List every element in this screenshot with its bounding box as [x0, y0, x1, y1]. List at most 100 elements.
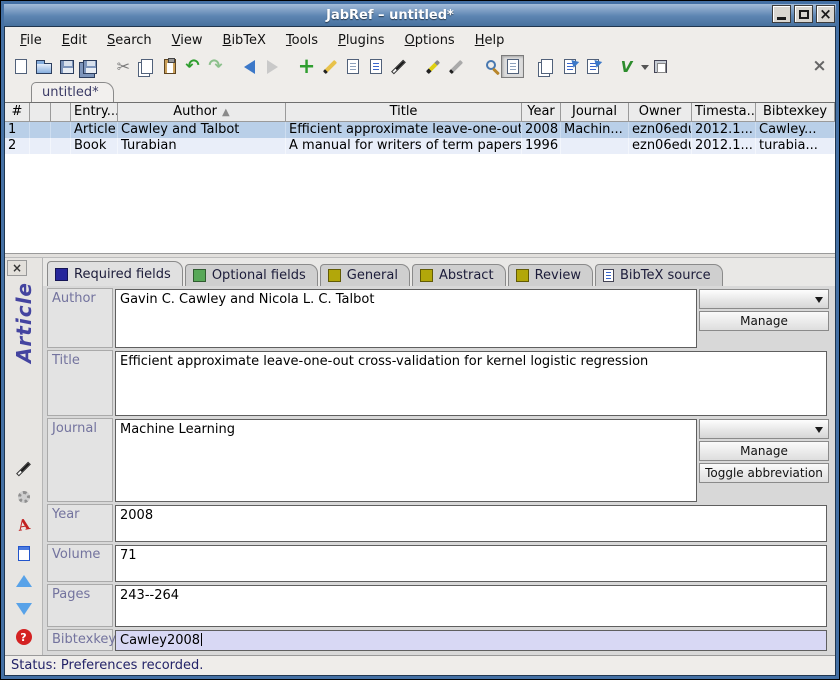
minimize-button[interactable]	[772, 5, 791, 23]
menu-options[interactable]: Options	[396, 30, 464, 51]
cell-title: A manual for writers of term papers...	[286, 138, 522, 154]
col-header-title[interactable]: Title	[286, 103, 522, 121]
author-manage-button[interactable]: Manage	[699, 311, 829, 331]
redo-button[interactable]: ↷	[204, 55, 227, 78]
journal-manage-button[interactable]: Manage	[699, 441, 829, 461]
menu-bibtex[interactable]: BibTeX	[214, 30, 275, 51]
cleanup-entries-button[interactable]	[387, 55, 410, 78]
col-header-journal[interactable]: Journal	[561, 103, 629, 121]
col-header-timestamp[interactable]: Timesta...	[692, 103, 756, 121]
close-entry-editor-button[interactable]: ×	[7, 260, 27, 276]
arrow-up-icon	[16, 575, 32, 587]
save-database-button[interactable]	[55, 55, 78, 78]
pages-field-row: Pages 243--264	[47, 584, 829, 627]
next-entry-button[interactable]	[12, 598, 36, 620]
col-header-year[interactable]: Year	[522, 103, 561, 121]
menu-tools[interactable]: Tools	[277, 30, 327, 51]
col-header-bibtexkey[interactable]: Bibtexkey	[756, 103, 835, 121]
toolbar: ✂ ↶ ↷ +	[5, 53, 835, 80]
col-header-icon2[interactable]	[51, 103, 71, 121]
table-row-1[interactable]: 1 Article Cawley and Talbot Efficient ap…	[5, 122, 835, 138]
maximize-button[interactable]	[794, 5, 813, 23]
pdf-icon: A	[16, 515, 31, 535]
chevron-down-icon	[815, 427, 823, 437]
back-button[interactable]	[238, 55, 261, 78]
menu-view[interactable]: View	[163, 30, 212, 51]
new-entry-button[interactable]: +	[295, 55, 318, 78]
paste-button[interactable]	[158, 55, 181, 78]
menu-search[interactable]: Search	[98, 30, 161, 51]
database-tab-untitled[interactable]: untitled*	[31, 82, 114, 102]
year-input[interactable]: 2008	[115, 505, 827, 542]
journal-field-row: Journal Machine Learning Manage Toggle a…	[47, 418, 829, 502]
save-all-button[interactable]	[78, 55, 101, 78]
toggle-abbreviation-button[interactable]: Toggle abbreviation	[699, 463, 829, 483]
generate-bibtexkey-button[interactable]	[12, 458, 36, 480]
push-to-winedt-button[interactable]	[581, 55, 604, 78]
push-dropdown-arrow-icon[interactable]	[641, 65, 649, 74]
undo-button[interactable]: ↶	[181, 55, 204, 78]
toggle-preview-button[interactable]	[501, 55, 524, 78]
mark-entries-button[interactable]	[421, 55, 444, 78]
menu-help[interactable]: Help	[466, 30, 514, 51]
toolbar-close-button[interactable]: ×	[808, 55, 831, 78]
autoset-links-button[interactable]	[12, 486, 36, 508]
previous-entry-button[interactable]	[12, 570, 36, 592]
edit-entry-button[interactable]	[318, 55, 341, 78]
title-bar[interactable]: JabRef – untitled* ×	[4, 4, 836, 26]
copy-entry-icon	[541, 59, 553, 74]
pages-input[interactable]: 243--264	[115, 585, 827, 627]
tab-review[interactable]: Review	[508, 264, 593, 286]
volume-input[interactable]: 71	[115, 545, 827, 582]
bibtexkey-input[interactable]: Cawley2008	[115, 630, 827, 651]
push-to-emacs-button[interactable]	[649, 55, 672, 78]
push-to-vim-icon: V	[621, 58, 633, 76]
new-database-button[interactable]	[9, 55, 32, 78]
general-tab-icon	[328, 269, 341, 282]
col-header-icon1[interactable]	[30, 103, 51, 121]
author-input[interactable]: Gavin C. Cawley and Nicola L. C. Talbot	[115, 289, 697, 348]
entry-editor: × Article A ? Required fields Optional f…	[5, 258, 835, 655]
unmark-entries-button[interactable]	[444, 55, 467, 78]
open-file-button[interactable]	[12, 542, 36, 564]
cell-entrytype: Book	[71, 138, 118, 154]
copy-button[interactable]	[135, 55, 158, 78]
edit-preamble-button[interactable]	[341, 55, 364, 78]
editor-side-toolbar: × Article A ?	[5, 258, 43, 655]
author-field-label: Author	[47, 288, 113, 348]
table-row-2[interactable]: 2 Book Turabian A manual for writers of …	[5, 138, 835, 154]
tab-bibtex-source[interactable]: BibTeX source	[595, 264, 723, 286]
open-pdf-button[interactable]: A	[12, 514, 36, 536]
copy-entry-button[interactable]	[535, 55, 558, 78]
menu-file[interactable]: File	[11, 30, 51, 51]
cell-timestamp: 2012.1...	[692, 122, 756, 138]
save-all-icon	[83, 60, 97, 74]
push-to-lyx-button[interactable]	[558, 55, 581, 78]
bibtexkey-field-row: Bibtexkey Cawley2008	[47, 629, 829, 651]
new-entry-icon: +	[298, 56, 316, 77]
cell-year: 1996	[522, 138, 561, 154]
menu-edit[interactable]: Edit	[53, 30, 96, 51]
edit-strings-button[interactable]	[364, 55, 387, 78]
menu-plugins[interactable]: Plugins	[329, 30, 394, 51]
journal-input[interactable]: Machine Learning	[115, 419, 697, 502]
search-button[interactable]	[478, 55, 501, 78]
help-button[interactable]: ?	[12, 626, 36, 648]
push-to-vim-button[interactable]: V	[615, 55, 638, 78]
col-header-author[interactable]: Author▲	[118, 103, 286, 121]
tab-required-fields[interactable]: Required fields	[47, 261, 183, 286]
col-header-entrytype[interactable]: Entry...	[71, 103, 118, 121]
close-button[interactable]: ×	[816, 5, 835, 23]
title-input[interactable]: Efficient approximate leave-one-out cros…	[115, 351, 827, 416]
col-header-owner[interactable]: Owner	[629, 103, 692, 121]
tab-general[interactable]: General	[320, 264, 410, 286]
col-header-number[interactable]: #	[5, 103, 30, 121]
author-name-format-dropdown[interactable]	[699, 289, 829, 309]
required-fields-icon	[55, 268, 68, 281]
cut-button[interactable]: ✂	[112, 55, 135, 78]
tab-optional-fields[interactable]: Optional fields	[185, 264, 318, 286]
open-database-button[interactable]	[32, 55, 55, 78]
forward-button[interactable]	[261, 55, 284, 78]
tab-abstract[interactable]: Abstract	[412, 264, 506, 286]
journal-dropdown[interactable]	[699, 419, 829, 439]
